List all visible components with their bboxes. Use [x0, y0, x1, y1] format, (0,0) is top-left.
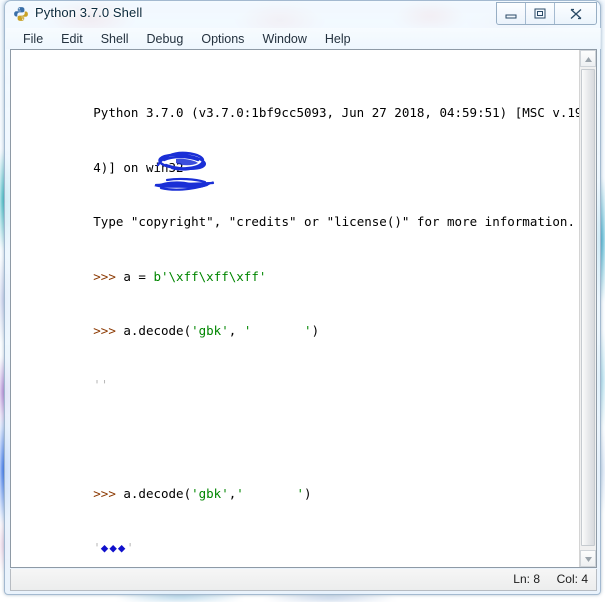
prompt-marker: >>>	[93, 268, 124, 284]
banner-quote-credits: "credits"	[228, 214, 297, 230]
menu-item-file[interactable]: File	[14, 31, 52, 47]
menu-item-edit[interactable]: Edit	[52, 31, 92, 47]
stmt-3-errors-arg-close-quote: '	[296, 486, 305, 501]
close-button[interactable]	[555, 3, 596, 24]
status-line-indicator: Ln: 8	[513, 572, 540, 586]
maximize-button[interactable]	[526, 3, 555, 24]
console-line-banner-1: Python 3.7.0 (v3.7.0:1bf9cc5093, Jun 27 …	[18, 93, 580, 120]
banner-quote-copyright: "copyright"	[130, 214, 214, 230]
banner-text-3b: ,	[213, 214, 229, 230]
python-logo-icon	[13, 6, 29, 22]
stmt-3-close-paren: )	[304, 486, 312, 501]
menu-bar: File Edit Shell Debug Options Window Hel…	[6, 28, 601, 49]
stmt-3-call: a.decode(	[123, 486, 192, 501]
stmt-1-bytes-literal: b'\xff\xff\xff'	[153, 268, 267, 284]
prompt-marker: >>>	[93, 486, 124, 501]
console-line-output-1: ''	[18, 365, 580, 392]
shell-text-area[interactable]: Python 3.7.0 (v3.7.0:1bf9cc5093, Jun 27 …	[11, 50, 580, 567]
output-replacement-chars: ◆◆◆	[100, 540, 127, 556]
title-bar[interactable]: Python 3.7.0 Shell	[5, 1, 600, 28]
close-icon	[569, 8, 583, 20]
console-output: Python 3.7.0 (v3.7.0:1bf9cc5093, Jun 27 …	[18, 52, 580, 567]
console-line-stmt-3: >>> a.decode('gbk',' ')	[18, 473, 580, 501]
console-line-banner-2: 4)] on win32	[18, 147, 580, 174]
scroll-down-button[interactable]	[580, 550, 596, 567]
window-controls	[496, 2, 597, 25]
stmt-3-encoding-arg: 'gbk'	[191, 486, 229, 501]
output-empty-string: ''	[93, 377, 109, 393]
stmt-1-code: a =	[123, 268, 154, 284]
menu-item-window[interactable]: Window	[253, 31, 315, 47]
python-shell-window: Python 3.7.0 Shell File Edit Shell Debug…	[4, 0, 601, 595]
banner-text-3c: or	[296, 214, 327, 230]
console-line-stmt-1: >>> a = b'\xff\xff\xff'	[18, 256, 580, 283]
banner-quote-license: "license()"	[326, 214, 410, 230]
menu-item-shell[interactable]: Shell	[92, 31, 138, 47]
status-bar: Ln: 8 Col: 4	[10, 569, 597, 591]
stmt-3-errors-arg-redacted	[244, 486, 297, 501]
stmt-2-close-paren: )	[311, 322, 320, 338]
banner-text-2: 4)] on win32	[93, 159, 184, 175]
menu-item-options[interactable]: Options	[192, 31, 253, 47]
vertical-scrollbar[interactable]	[579, 50, 596, 567]
stmt-2-separator: ,	[228, 322, 244, 338]
console-line-stmt-2: >>> a.decode('gbk', ' ')	[18, 310, 580, 338]
stmt-2-call: a.decode(	[123, 322, 192, 338]
status-column-indicator: Col: 4	[556, 572, 588, 586]
console-line-banner-3: Type "copyright", "credits" or "license(…	[18, 202, 580, 229]
minimize-icon	[505, 9, 517, 19]
window-title: Python 3.7.0 Shell	[35, 5, 143, 20]
scroll-down-arrow-icon	[584, 550, 593, 568]
scroll-up-arrow-icon	[584, 50, 593, 68]
banner-text-3d: for more information.	[409, 214, 575, 230]
stmt-2-errors-arg-redacted	[251, 323, 304, 338]
console-line-output-2: '◆◆◆'	[18, 528, 580, 555]
stmt-2-errors-arg-close-quote: '	[304, 322, 312, 338]
menu-item-debug[interactable]: Debug	[138, 31, 193, 47]
stmt-3-errors-arg-open-quote: '	[236, 486, 244, 501]
output-open-quote: '	[93, 540, 101, 556]
scroll-up-button[interactable]	[580, 50, 596, 67]
menu-item-help[interactable]: Help	[316, 31, 360, 47]
banner-text-1: Python 3.7.0 (v3.7.0:1bf9cc5093, Jun 27 …	[93, 105, 580, 121]
scrollbar-thumb[interactable]	[581, 69, 595, 546]
shell-client-area: Python 3.7.0 (v3.7.0:1bf9cc5093, Jun 27 …	[10, 49, 597, 568]
minimize-button[interactable]	[497, 3, 526, 24]
stmt-2-encoding-arg: 'gbk'	[191, 322, 229, 338]
maximize-icon	[534, 8, 546, 19]
banner-text-3a: Type	[93, 214, 131, 230]
prompt-marker: >>>	[93, 322, 124, 338]
output-close-quote: '	[126, 540, 134, 556]
